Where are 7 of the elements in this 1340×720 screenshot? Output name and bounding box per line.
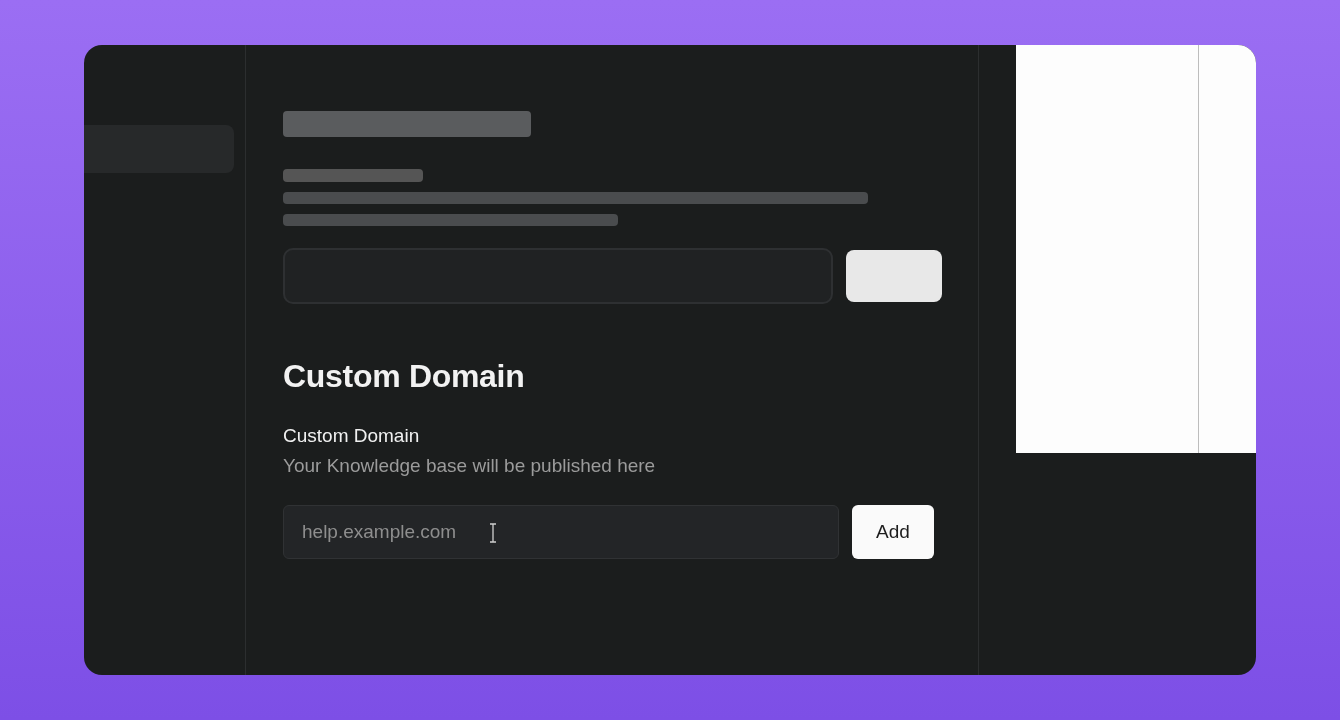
field-description: Your Knowledge base will be published here bbox=[283, 455, 657, 477]
text-cursor-icon bbox=[489, 523, 497, 543]
field-label: Custom Domain bbox=[283, 425, 421, 447]
section-heading: Custom Domain bbox=[283, 358, 526, 395]
add-button[interactable]: Add bbox=[852, 505, 934, 559]
sidebar-item[interactable] bbox=[84, 125, 234, 173]
input-field[interactable]: help.example.com bbox=[283, 505, 839, 559]
